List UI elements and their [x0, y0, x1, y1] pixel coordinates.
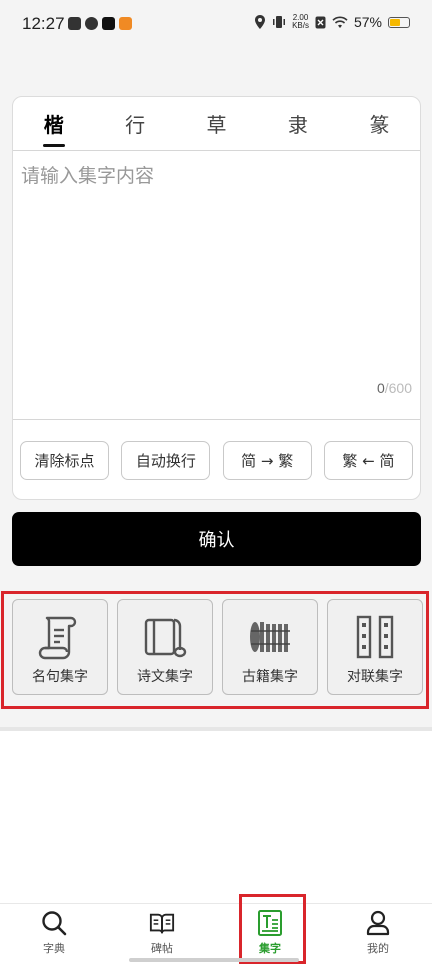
feature-label: 对联集字 — [347, 669, 403, 685]
auto-wrap-button[interactable]: 自动换行 — [121, 441, 211, 480]
sim-icon — [315, 16, 326, 28]
script-tabs: 楷 行 草 隶 篆 — [13, 97, 420, 151]
tab-kai[interactable]: 楷 — [13, 97, 94, 150]
feature-row: 名句集字 诗文集字 古籍集字 对联集字 — [12, 599, 423, 695]
remove-punctuation-button[interactable]: 清除标点 — [20, 441, 109, 480]
poetry-button[interactable]: 诗文集字 — [117, 599, 213, 695]
mail-notification-icon — [68, 17, 81, 30]
famous-quotes-button[interactable]: 名句集字 — [12, 599, 108, 695]
tab-cao[interactable]: 草 — [176, 97, 257, 150]
wifi-icon — [332, 16, 348, 28]
input-card: 楷 行 草 隶 篆 0/600 清除标点 自动换行 简 → 繁 繁 ← 简 — [12, 96, 421, 500]
home-indicator[interactable] — [129, 958, 299, 962]
nav-dictionary[interactable]: 字典 — [0, 904, 108, 964]
text-tools: 清除标点 自动换行 简 → 繁 繁 ← 简 — [13, 419, 420, 501]
tab-xing[interactable]: 行 — [94, 97, 175, 150]
nav-profile[interactable]: 我的 — [324, 904, 432, 964]
nav-highlight-box — [239, 894, 306, 964]
status-right: 2.00 KB/s 57% — [254, 14, 410, 30]
nav-label: 我的 — [367, 942, 389, 955]
char-counter: 0/600 — [377, 380, 412, 396]
vibrate-icon — [273, 16, 286, 28]
couplet-icon — [356, 615, 394, 659]
to-simplified-button[interactable]: 繁 ← 简 — [323, 441, 413, 480]
collect-text-input[interactable] — [13, 151, 420, 419]
feature-label: 古籍集字 — [242, 669, 298, 685]
bamboo-slips-icon — [250, 622, 290, 652]
tab-zhuan[interactable]: 篆 — [339, 97, 420, 150]
app-notification-icon — [85, 17, 98, 30]
battery-icon — [388, 16, 410, 28]
scroll-icon — [38, 616, 77, 660]
search-icon — [42, 911, 67, 936]
feature-highlight-box: 名句集字 诗文集字 古籍集字 对联集字 — [1, 591, 429, 709]
user-icon — [366, 910, 390, 936]
ancient-books-button[interactable]: 古籍集字 — [222, 599, 318, 695]
bottom-nav: 字典 碑帖 集字 我的 — [0, 903, 432, 964]
feature-label: 诗文集字 — [137, 669, 193, 685]
shop-notification-icon — [119, 17, 132, 30]
char-count: 0 — [376, 380, 385, 396]
to-traditional-button[interactable]: 简 → 繁 — [222, 441, 312, 480]
battery-fill — [390, 18, 400, 26]
nav-label: 碑帖 — [151, 942, 173, 955]
status-time: 12:27 — [22, 14, 65, 33]
book-icon — [144, 618, 187, 658]
network-speed: 2.00 KB/s — [292, 14, 309, 30]
couplet-button[interactable]: 对联集字 — [327, 599, 423, 695]
nav-label: 字典 — [43, 942, 65, 955]
location-icon — [255, 15, 266, 29]
nav-rubbings[interactable]: 碑帖 — [108, 904, 216, 964]
notification-icons — [68, 17, 132, 30]
confirm-button[interactable]: 确认 — [12, 512, 421, 566]
network-speed-unit: KB/s — [292, 21, 309, 30]
battery-percent: 57% — [353, 14, 382, 30]
char-max: 600 — [388, 380, 412, 396]
feature-label: 名句集字 — [32, 669, 88, 685]
tab-li[interactable]: 隶 — [257, 97, 338, 150]
open-book-icon — [149, 913, 175, 934]
status-bar: 12:27 2.00 KB/s 57% — [0, 0, 432, 52]
tiktok-notification-icon — [102, 17, 115, 30]
content-area — [0, 731, 432, 903]
